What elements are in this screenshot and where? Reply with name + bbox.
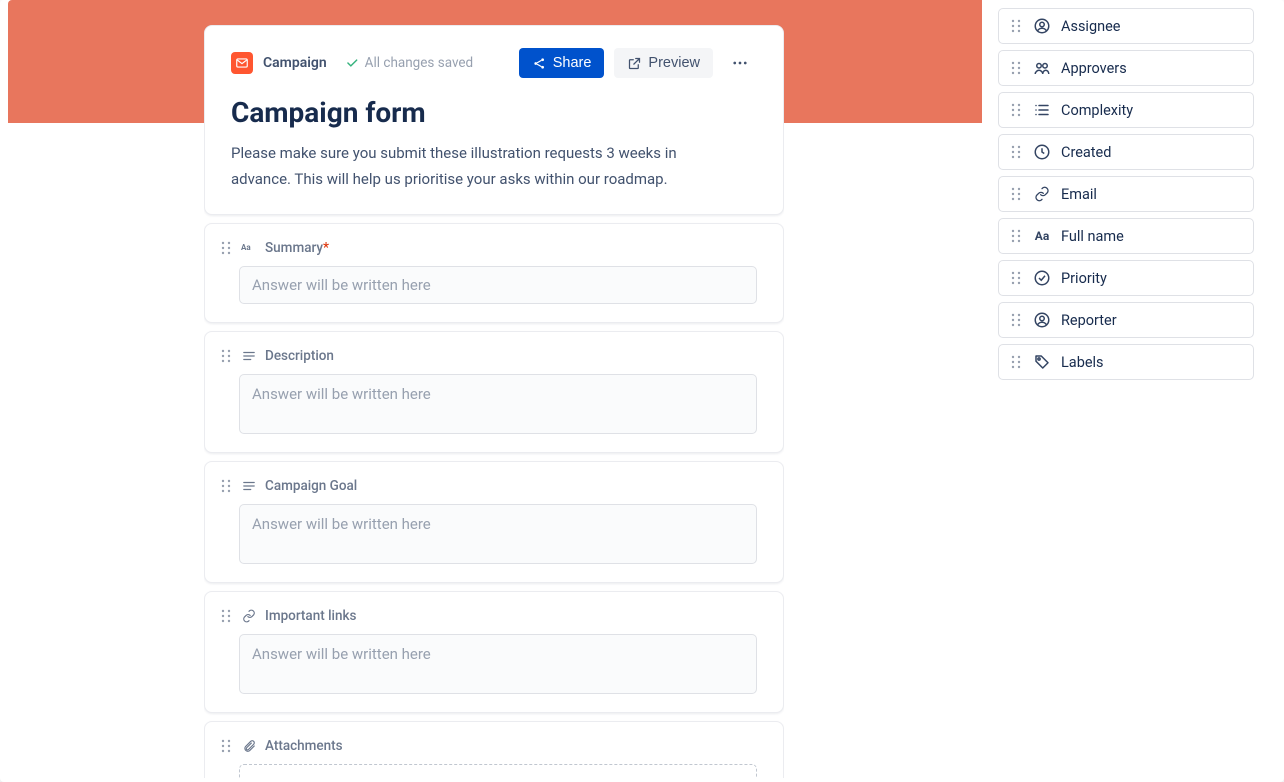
sidebar-item-label: Assignee [1061, 18, 1120, 35]
user-icon [1033, 17, 1051, 35]
sidebar-item-label: Created [1061, 144, 1111, 161]
sidebar-item-label: Reporter [1061, 312, 1117, 329]
sidebar-item-assignee[interactable]: Assignee [998, 8, 1254, 44]
main-column: Campaign All changes saved Share Preview [204, 25, 784, 778]
field-important-links[interactable]: Important links Answer will be written h… [204, 591, 784, 713]
form-description: Please make sure you submit these illust… [231, 141, 711, 192]
paragraph-icon [241, 348, 257, 364]
field-campaign-goal[interactable]: Campaign Goal Answer will be written her… [204, 461, 784, 583]
field-picker-sidebar: Assignee Approvers Complexity Created Em… [998, 8, 1254, 380]
form-header-card: Campaign All changes saved Share Preview [204, 25, 784, 215]
header-toolbar: Campaign All changes saved Share Preview [231, 48, 757, 78]
link-icon [1033, 185, 1051, 203]
drag-handle-icon[interactable] [1009, 313, 1023, 327]
clock-icon [1033, 143, 1051, 161]
share-icon [532, 56, 547, 71]
field-label: Important links [265, 608, 356, 624]
drag-handle-icon[interactable] [1009, 355, 1023, 369]
list-icon [1033, 101, 1051, 119]
attachments-dropzone[interactable]: Attachments will be uploaded here [239, 764, 757, 778]
sidebar-item-label: Priority [1061, 270, 1107, 287]
user-icon [1033, 311, 1051, 329]
form-title: Campaign form [231, 96, 757, 129]
users-icon [1033, 59, 1051, 77]
more-icon [731, 54, 749, 72]
sidebar-item-label: Approvers [1061, 60, 1127, 77]
check-icon [345, 56, 359, 70]
share-button[interactable]: Share [519, 48, 605, 78]
app-label: Campaign [263, 55, 327, 71]
sidebar-item-complexity[interactable]: Complexity [998, 92, 1254, 128]
priority-icon [1033, 269, 1051, 287]
field-label: Attachments [265, 738, 343, 754]
tag-icon [1033, 353, 1051, 371]
field-summary[interactable]: Aa Summary* Answer will be written here [204, 223, 784, 323]
text-aa-icon: Aa [241, 240, 257, 256]
field-description[interactable]: Description Answer will be written here [204, 331, 784, 453]
sidebar-item-labels[interactable]: Labels [998, 344, 1254, 380]
drag-handle-icon[interactable] [219, 241, 233, 255]
svg-text:Aa: Aa [241, 243, 251, 252]
drag-handle-icon[interactable] [1009, 187, 1023, 201]
sidebar-item-priority[interactable]: Priority [998, 260, 1254, 296]
drag-handle-icon[interactable] [1009, 19, 1023, 33]
field-attachments[interactable]: Attachments Attachments will be uploaded… [204, 721, 784, 778]
external-link-icon [627, 56, 642, 71]
sidebar-item-full-name[interactable]: Aa Full name [998, 218, 1254, 254]
field-label: Description [265, 348, 334, 364]
sidebar-item-label: Labels [1061, 354, 1104, 371]
field-label: Campaign Goal [265, 478, 357, 494]
sidebar-item-created[interactable]: Created [998, 134, 1254, 170]
sidebar-item-label: Full name [1061, 228, 1124, 245]
description-input[interactable]: Answer will be written here [239, 374, 757, 434]
sidebar-item-label: Email [1061, 186, 1097, 203]
sidebar-item-email[interactable]: Email [998, 176, 1254, 212]
more-button[interactable] [723, 48, 757, 78]
save-status: All changes saved [365, 55, 474, 71]
drag-handle-icon[interactable] [1009, 61, 1023, 75]
sidebar-item-reporter[interactable]: Reporter [998, 302, 1254, 338]
sidebar-item-approvers[interactable]: Approvers [998, 50, 1254, 86]
mail-icon [231, 52, 253, 74]
field-label: Summary* [265, 240, 329, 256]
drag-handle-icon[interactable] [219, 609, 233, 623]
important-links-input[interactable]: Answer will be written here [239, 634, 757, 694]
preview-button[interactable]: Preview [614, 48, 713, 78]
share-label: Share [553, 55, 592, 71]
drag-handle-icon[interactable] [1009, 103, 1023, 117]
drag-handle-icon[interactable] [1009, 271, 1023, 285]
drag-handle-icon[interactable] [1009, 229, 1023, 243]
summary-input[interactable]: Answer will be written here [239, 266, 757, 304]
sidebar-item-label: Complexity [1061, 102, 1133, 119]
preview-label: Preview [648, 55, 700, 71]
drag-handle-icon[interactable] [219, 479, 233, 493]
paragraph-icon [241, 478, 257, 494]
attachment-icon [241, 738, 257, 754]
drag-handle-icon[interactable] [219, 349, 233, 363]
campaign-goal-input[interactable]: Answer will be written here [239, 504, 757, 564]
text-aa-icon: Aa [1033, 227, 1051, 245]
link-icon [241, 608, 257, 624]
drag-handle-icon[interactable] [1009, 145, 1023, 159]
drag-handle-icon[interactable] [219, 739, 233, 753]
